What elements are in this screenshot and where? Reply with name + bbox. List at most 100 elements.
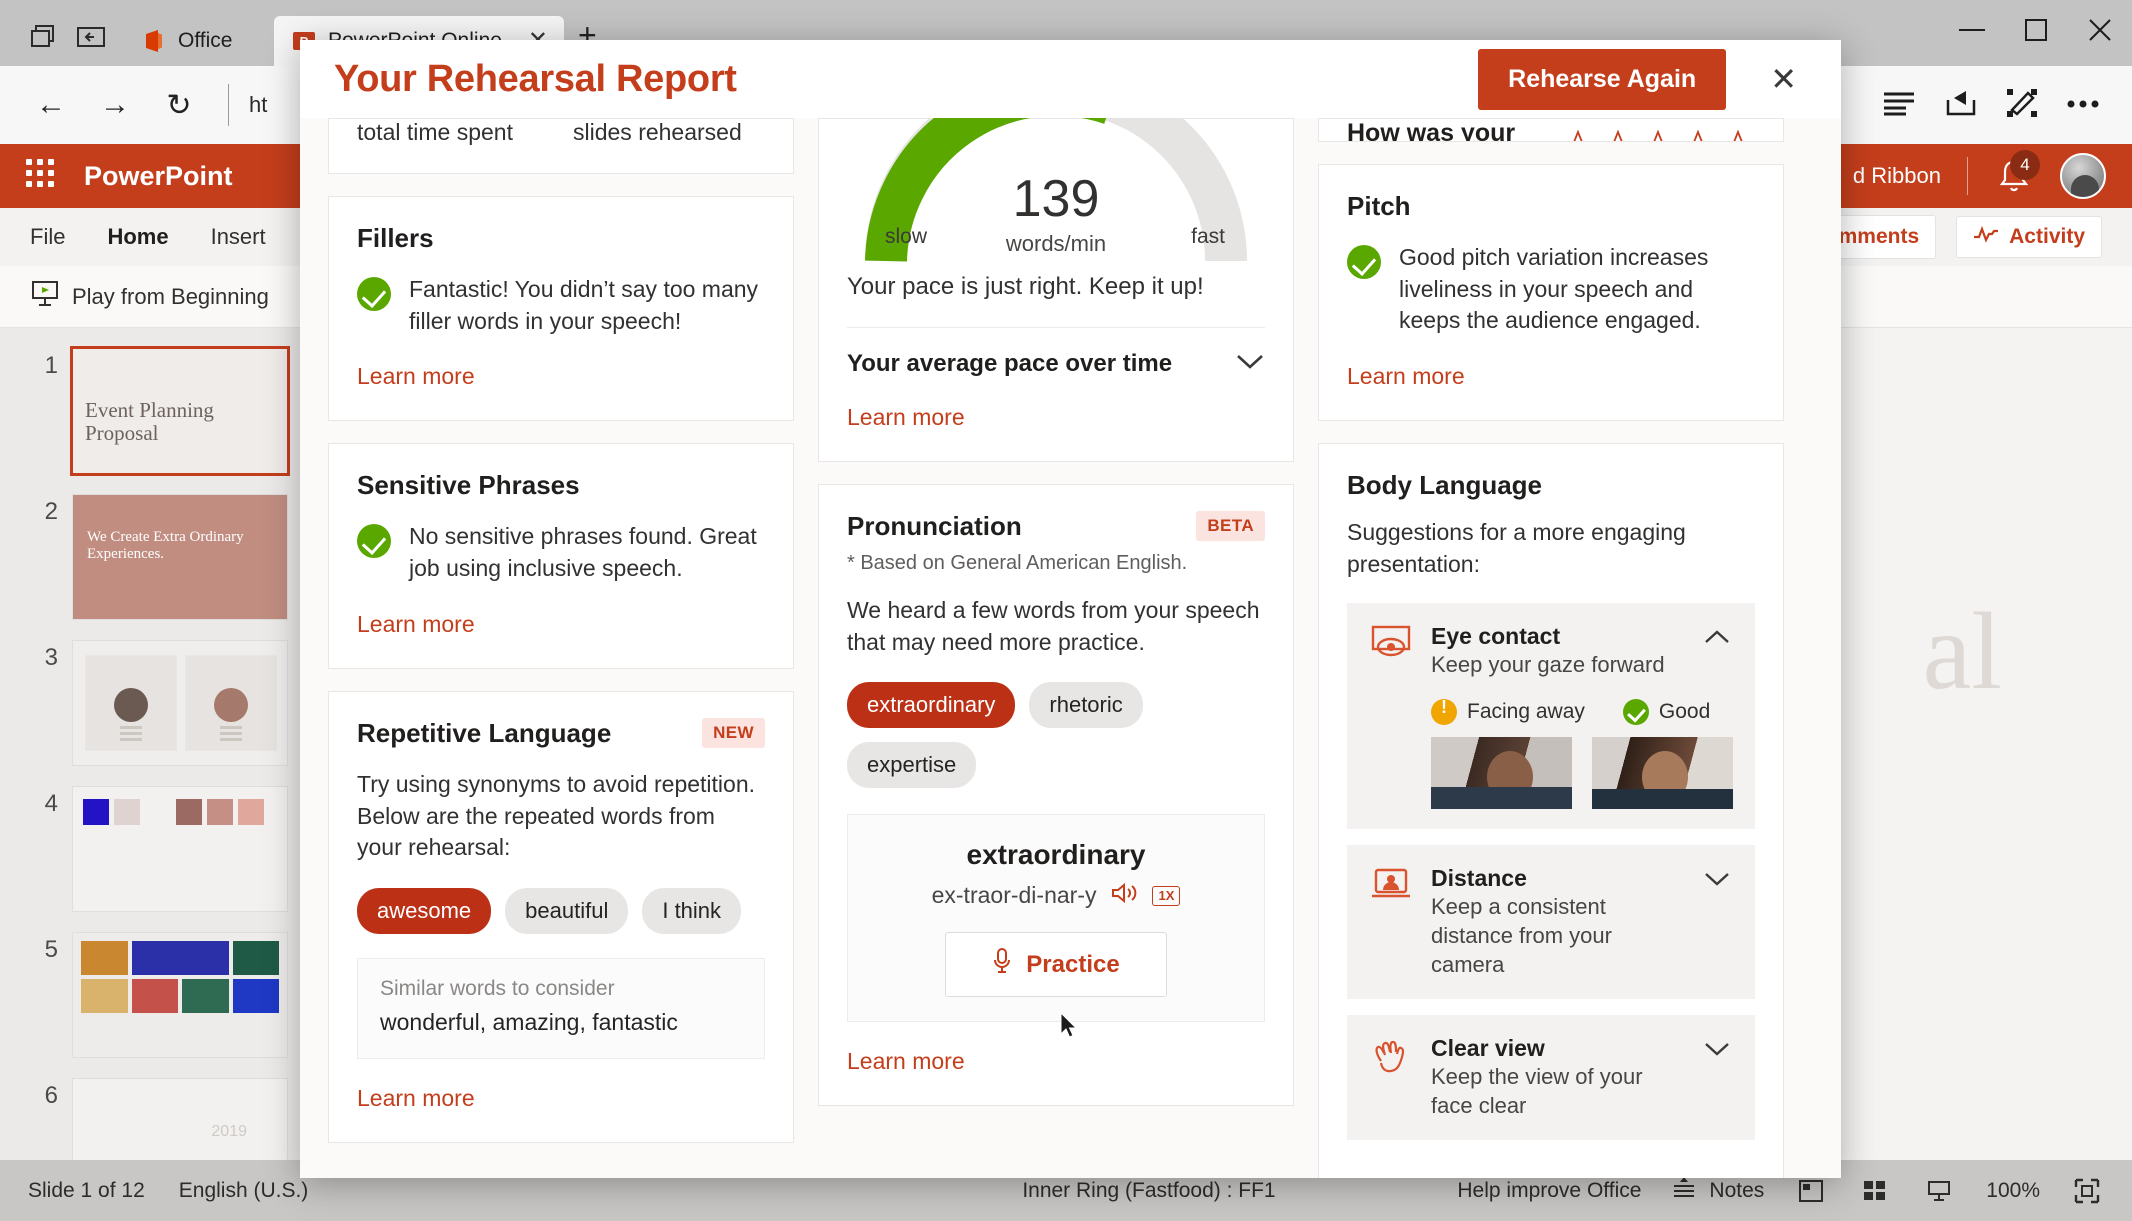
slide-thumbnail-4[interactable]: [72, 786, 288, 912]
fit-to-window-icon[interactable]: [2070, 1175, 2104, 1207]
maximize-button[interactable]: [2004, 0, 2068, 60]
chevron-down-icon[interactable]: [1235, 353, 1265, 376]
chip-repetitive-word[interactable]: awesome: [357, 888, 492, 935]
zoom-level[interactable]: 100%: [1986, 1179, 2040, 1203]
total-time-label: total time spent: [357, 119, 513, 145]
similar-words-box: Similar words to consider wonderful, ama…: [357, 958, 765, 1060]
eye-contact-legend: Facing away Good: [1431, 697, 1733, 725]
body-language-card: Body Language Suggestions for a more eng…: [1318, 443, 1784, 1178]
slide-counter[interactable]: Slide 1 of 12: [28, 1179, 145, 1203]
reload-button[interactable]: ↻: [150, 76, 208, 134]
distance-desc: Keep a consistent distance from your cam…: [1431, 893, 1612, 977]
slide-thumbnail-pane[interactable]: 1 Event Planning Proposal 2 We Create Ex…: [0, 328, 310, 1160]
close-icon[interactable]: ✕: [1760, 57, 1807, 101]
star-icon[interactable]: [1600, 129, 1636, 141]
slide-thumbnail-item[interactable]: 5: [0, 922, 310, 1068]
notifications-button[interactable]: 4: [1994, 150, 2040, 196]
sensitive-phrases-learn-more-link[interactable]: Learn more: [357, 611, 475, 638]
reading-view-icon[interactable]: [1922, 1175, 1956, 1207]
repetitive-language-learn-more-link[interactable]: Learn more: [357, 1085, 475, 1112]
pace-learn-more-link[interactable]: Learn more: [847, 404, 965, 431]
chip-pronunciation-word[interactable]: rhetoric: [1029, 682, 1143, 729]
help-improve-office-link[interactable]: Help improve Office: [1457, 1179, 1641, 1203]
slide-thumbnail-5[interactable]: [72, 932, 288, 1058]
activity-button[interactable]: Activity: [1956, 216, 2102, 258]
share-icon[interactable]: [1944, 88, 1978, 123]
playback-speed-badge[interactable]: 1X: [1152, 885, 1181, 907]
tab-home[interactable]: Home: [107, 224, 168, 250]
pronunciation-learn-more-link[interactable]: Learn more: [847, 1048, 965, 1075]
slide-thumbnail-6[interactable]: 2019: [72, 1078, 288, 1160]
slide-sorter-icon[interactable]: [1858, 1175, 1892, 1207]
average-pace-label: Your average pace over time: [847, 350, 1173, 377]
slide-thumbnail-item[interactable]: 2 We Create Extra Ordinary Experiences.: [0, 484, 310, 630]
normal-view-icon[interactable]: [1794, 1175, 1828, 1207]
slide-number: 4: [44, 790, 58, 817]
clear-view-name: Clear view: [1431, 1034, 1545, 1061]
slide-number: 6: [44, 1082, 58, 1109]
more-options-icon[interactable]: [2066, 96, 2100, 114]
practice-button[interactable]: Practice: [945, 932, 1167, 998]
avatar[interactable]: [2060, 153, 2106, 199]
slide-thumbnail-1[interactable]: Event Planning Proposal: [70, 346, 290, 476]
notes-button[interactable]: Notes: [1671, 1175, 1764, 1207]
star-icon[interactable]: [1720, 129, 1756, 141]
slide-thumbnail-2[interactable]: We Create Extra Ordinary Experiences.: [72, 494, 288, 620]
star-icon[interactable]: [1680, 129, 1716, 141]
chip-pronunciation-word[interactable]: expertise: [847, 742, 977, 789]
sensitive-phrases-message: No sensitive phrases found. Great job us…: [409, 523, 757, 582]
legend-label: Facing away: [1467, 699, 1585, 723]
app-title: PowerPoint: [84, 160, 233, 191]
slide-thumbnail-item[interactable]: 6 2019: [0, 1068, 310, 1160]
body-language-item-eye-contact[interactable]: Eye contact Keep your gaze forward Facin…: [1347, 602, 1755, 829]
chip-pronunciation-word[interactable]: extraordinary: [847, 682, 1016, 729]
star-icon[interactable]: [1560, 129, 1596, 141]
slide-thumbnail-item[interactable]: 1 Event Planning Proposal: [0, 338, 310, 484]
chevron-down-icon[interactable]: [1703, 1041, 1733, 1062]
chip-repetitive-word[interactable]: I think: [642, 888, 742, 935]
star-icon[interactable]: [1640, 129, 1676, 141]
back-button[interactable]: ←: [22, 76, 80, 134]
average-pace-over-time-row[interactable]: Your average pace over time: [847, 350, 1265, 378]
chevron-down-icon[interactable]: [1703, 871, 1733, 892]
tab-overview-icon[interactable]: [28, 24, 58, 50]
slide-thumbnail-title: Event Planning Proposal: [85, 398, 214, 445]
slide-thumbnail-item[interactable]: 3: [0, 630, 310, 776]
slide-thumbnail-3[interactable]: [72, 640, 288, 766]
chip-repetitive-word[interactable]: beautiful: [505, 888, 629, 935]
fillers-learn-more-link[interactable]: Learn more: [357, 363, 475, 390]
body-language-item-clear-view[interactable]: Clear view Keep the view of your face cl…: [1347, 1014, 1755, 1140]
body-language-item-distance[interactable]: Distance Keep a consistent distance from…: [1347, 844, 1755, 999]
web-note-icon[interactable]: [2006, 88, 2038, 123]
forward-button[interactable]: →: [86, 76, 144, 134]
speaker-icon[interactable]: [1110, 881, 1138, 910]
app-launcher-icon[interactable]: [26, 159, 60, 193]
language-indicator[interactable]: English (U.S.): [179, 1179, 309, 1203]
pitch-learn-more-link[interactable]: Learn more: [1347, 363, 1465, 390]
star-rating[interactable]: [1560, 129, 1756, 141]
window-controls: [1940, 0, 2132, 66]
activity-icon: [1973, 225, 1999, 249]
check-icon: [1622, 698, 1649, 725]
browser-tab-office[interactable]: Office: [124, 16, 274, 66]
ribbon-toggle-label[interactable]: d Ribbon: [1853, 163, 1941, 189]
tab-insert[interactable]: Insert: [211, 224, 266, 250]
slide-number: 3: [44, 644, 58, 671]
clear-view-desc: Keep the view of your face clear: [1431, 1063, 1643, 1118]
slide-thumbnail-item[interactable]: 4: [0, 776, 310, 922]
reading-view-icon[interactable]: [1882, 90, 1916, 121]
minimize-button[interactable]: [1940, 0, 2004, 60]
thumb-avatar: [214, 688, 248, 722]
address-bar[interactable]: ht: [249, 92, 267, 118]
fillers-title: Fillers: [357, 223, 434, 253]
set-aside-tabs-icon[interactable]: [76, 24, 106, 50]
distance-text: Distance Keep a consistent distance from…: [1431, 865, 1685, 979]
play-from-beginning-label: Play from Beginning: [72, 283, 269, 309]
chevron-up-icon[interactable]: [1703, 629, 1733, 650]
tab-file[interactable]: File: [30, 224, 65, 250]
legend-label: Good: [1658, 699, 1711, 723]
play-from-beginning-button[interactable]: Play from Beginning: [30, 280, 269, 314]
rehearse-again-button[interactable]: Rehearse Again: [1478, 48, 1727, 110]
slide-thumbnail-title: 2019: [211, 1123, 247, 1140]
close-window-button[interactable]: [2068, 0, 2132, 60]
